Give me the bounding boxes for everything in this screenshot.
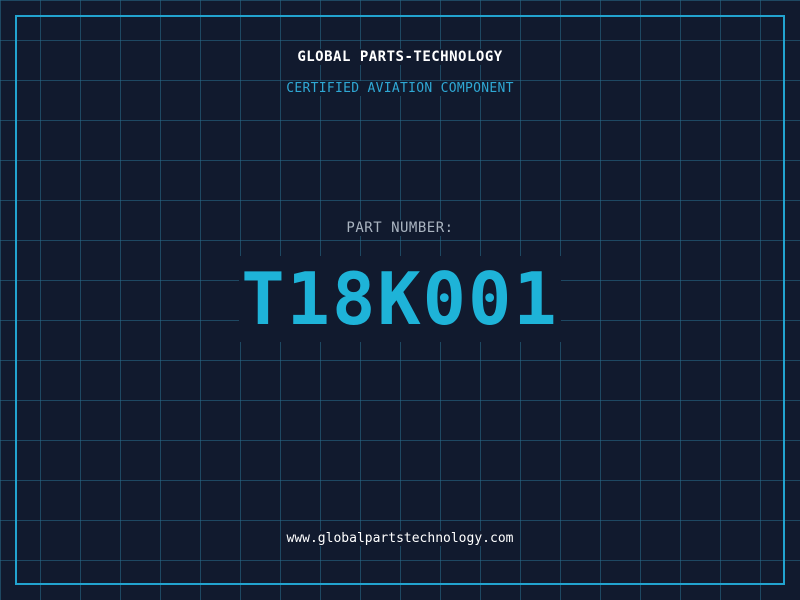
part-number-label-text: PART NUMBER: bbox=[346, 220, 454, 236]
company-name: GLOBAL PARTS-TECHNOLOGY bbox=[0, 49, 800, 65]
company-name-text: GLOBAL PARTS-TECHNOLOGY bbox=[297, 49, 503, 65]
part-number-value: T18K001 bbox=[239, 256, 561, 342]
certification-subtitle: CERTIFIED AVIATION COMPONENT bbox=[0, 81, 800, 96]
website-url: www.globalpartstechnology.com bbox=[0, 531, 800, 546]
certification-subtitle-text: CERTIFIED AVIATION COMPONENT bbox=[286, 81, 514, 96]
part-number-label: PART NUMBER: bbox=[0, 220, 800, 236]
part-number-container: T18K001 bbox=[0, 256, 800, 342]
website-url-text: www.globalpartstechnology.com bbox=[286, 531, 514, 546]
